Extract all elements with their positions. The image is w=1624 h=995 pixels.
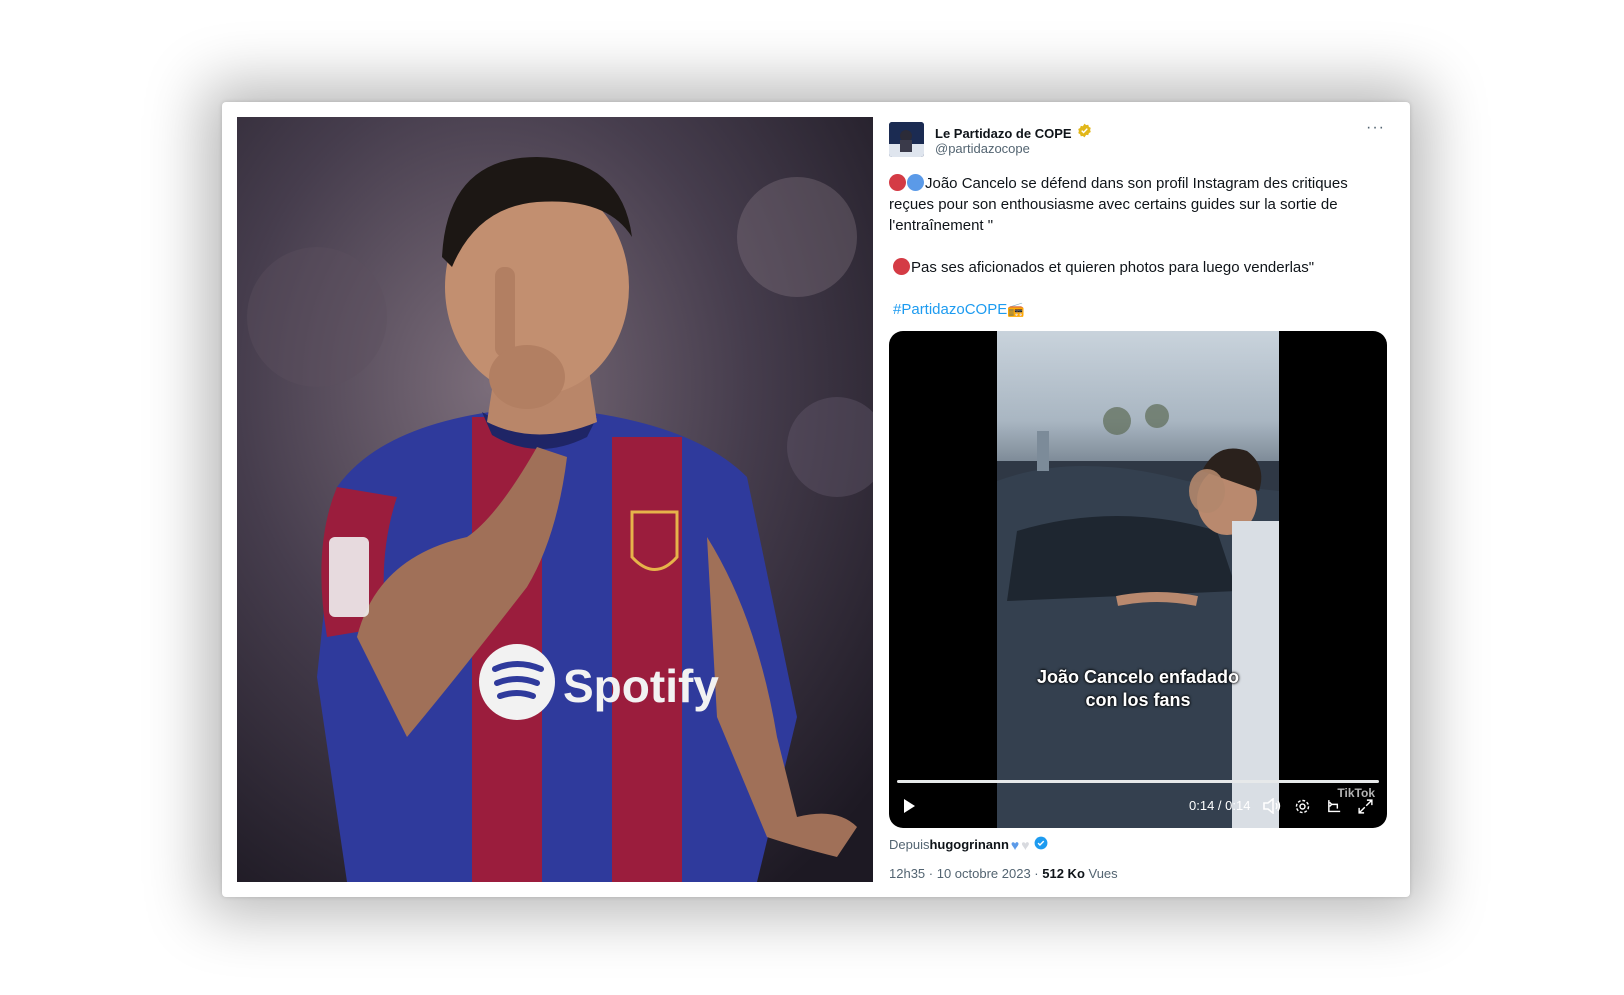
player-illustration: Spotify (237, 117, 873, 882)
more-icon[interactable]: ··· (1366, 119, 1385, 137)
avatar[interactable] (889, 122, 924, 157)
volume-icon[interactable] (1263, 797, 1281, 819)
source-prefix: Depuis (889, 837, 930, 852)
video-frame: João Cancelo enfadado con los fans (997, 331, 1279, 828)
tweet-text: João Cancelo se défend dans son profil I… (889, 173, 1389, 341)
video-subtitle-line2: con los fans (1085, 690, 1191, 710)
angry-face-icon (893, 258, 910, 275)
tweet-time[interactable]: 12h35 (889, 866, 925, 881)
blue-heart-icon: ♥ (1010, 836, 1020, 853)
meta-separator: · (1030, 866, 1043, 881)
rotate-icon[interactable] (1326, 798, 1343, 820)
jersey-sponsor-text: Spotify (563, 660, 719, 712)
meta-separator: · (925, 866, 937, 881)
tweet-meta: 12h35 · 10 octobre 2023 · 512 Ko Vues (889, 866, 1118, 881)
tweet-text-line1: João Cancelo se défend dans son profil I… (889, 175, 1348, 234)
play-icon[interactable] (901, 798, 917, 819)
verified-badge-icon (1077, 123, 1092, 143)
fullscreen-icon[interactable] (1357, 798, 1374, 820)
player-photo: Spotify (237, 117, 873, 882)
video-source: Depuis hugogrinann ♥ ♥ (889, 836, 1048, 853)
screenshot-card: Spotify Le Partidazo de COPE @partidazoc… (222, 102, 1410, 897)
handle[interactable]: @partidazocope (935, 141, 1030, 156)
video-time: 0:14 / 0:14 (1189, 798, 1251, 813)
verified-blue-icon (1034, 836, 1048, 853)
tweet-date[interactable]: 10 octobre 2023 (937, 866, 1031, 881)
display-name[interactable]: Le Partidazo de COPE (935, 126, 1072, 141)
tweet: Le Partidazo de COPE @partidazocope ··· … (889, 117, 1395, 882)
source-user[interactable]: hugogrinann (929, 837, 1008, 852)
radio-icon: 📻 (1007, 301, 1025, 317)
video-subtitle: João Cancelo enfadado con los fans (997, 666, 1279, 712)
white-heart-icon: ♥ (1021, 836, 1030, 853)
video-subtitle-line1: João Cancelo enfadado (1036, 667, 1240, 687)
video-progress-bar[interactable] (897, 780, 1379, 783)
blue-circle-icon (907, 174, 924, 191)
views-count: 512 Ko (1042, 866, 1085, 881)
settings-icon[interactable] (1294, 798, 1311, 820)
red-circle-icon (889, 174, 906, 191)
video-player[interactable]: João Cancelo enfadado con los fans TikTo… (889, 331, 1387, 828)
video-controls: 0:14 / 0:14 (889, 786, 1387, 828)
hashtag-link[interactable]: #PartidazoCOPE (893, 301, 1007, 318)
views-label: Vues (1084, 866, 1118, 881)
tweet-text-line2: Pas ses aficionados et quieren photos pa… (911, 259, 1315, 276)
